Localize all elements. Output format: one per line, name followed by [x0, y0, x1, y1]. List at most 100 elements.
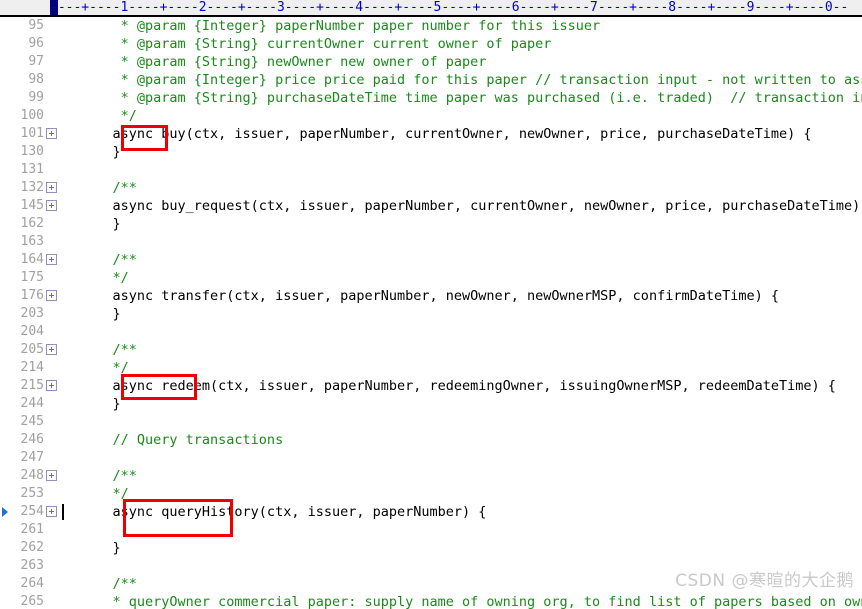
gutter-line-96[interactable]: 96 — [0, 35, 80, 53]
gutter-line-145[interactable]: 145 — [0, 197, 80, 215]
fold-expand-icon[interactable] — [46, 290, 57, 301]
line-number: 163 — [20, 234, 44, 249]
code-line-244[interactable]: } — [80, 395, 862, 413]
code-line-98[interactable]: * @param {Integer} price price paid for … — [80, 71, 862, 89]
code-line-145[interactable]: async buy_request(ctx, issuer, paperNumb… — [80, 197, 862, 215]
fold-expand-icon[interactable] — [46, 470, 57, 481]
line-number-gutter[interactable]: 95 96 97 98 99 100 101 130 131 132 145 162 163 164 175… — [0, 17, 80, 609]
fold-expand-icon[interactable] — [46, 254, 57, 265]
gutter-line-163[interactable]: 163 — [0, 233, 80, 251]
line-number: 245 — [20, 414, 44, 429]
code-line-215[interactable]: async redeem(ctx, issuer, paperNumber, r… — [80, 377, 862, 395]
gutter-line-264[interactable]: 264 — [0, 575, 80, 593]
gutter-line-244[interactable]: 244 — [0, 395, 80, 413]
code-line-131[interactable] — [80, 161, 862, 179]
line-number: 164 — [20, 252, 44, 267]
line-number: 204 — [20, 324, 44, 339]
line-number: 264 — [20, 576, 44, 591]
gutter-line-205[interactable]: 205 — [0, 341, 80, 359]
line-number: 205 — [20, 342, 44, 357]
gutter-line-203[interactable]: 203 — [0, 305, 80, 323]
gutter-line-176[interactable]: 176 — [0, 287, 80, 305]
gutter-line-248[interactable]: 248 — [0, 467, 80, 485]
line-number: 131 — [20, 162, 44, 177]
code-line-176[interactable]: async transfer(ctx, issuer, paperNumber,… — [80, 287, 862, 305]
line-number: 265 — [20, 594, 44, 609]
code-line-163[interactable] — [80, 233, 862, 251]
line-number: 247 — [20, 450, 44, 465]
fold-expand-icon[interactable] — [46, 380, 57, 391]
line-number: 101 — [20, 126, 44, 141]
gutter-line-247[interactable]: 247 — [0, 449, 80, 467]
code-line-204[interactable] — [80, 323, 862, 341]
line-number: 162 — [20, 216, 44, 231]
gutter-line-131[interactable]: 131 — [0, 161, 80, 179]
column-ruler: ----+----1----+----2----+----3----+----4… — [0, 0, 862, 17]
line-number: 96 — [28, 36, 44, 51]
fold-expand-icon[interactable] — [46, 128, 57, 139]
line-number: 262 — [20, 540, 44, 555]
code-line-164[interactable]: /** — [80, 251, 862, 269]
code-line-205[interactable]: /** — [80, 341, 862, 359]
code-line-203[interactable]: } — [80, 305, 862, 323]
gutter-line-98[interactable]: 98 — [0, 71, 80, 89]
code-line-254[interactable]: async queryHistory(ctx, issuer, paperNum… — [80, 503, 862, 521]
code-line-132[interactable]: /** — [80, 179, 862, 197]
line-number: 99 — [28, 90, 44, 105]
gutter-line-254[interactable]: 254 — [0, 503, 80, 521]
gutter-line-101[interactable]: 101 — [0, 125, 80, 143]
code-line-248[interactable]: /** — [80, 467, 862, 485]
code-line-262[interactable]: } — [80, 539, 862, 557]
code-line-100[interactable]: */ — [80, 107, 862, 125]
fold-expand-icon[interactable] — [46, 344, 57, 355]
gutter-line-95[interactable]: 95 — [0, 17, 80, 35]
code-line-130[interactable]: } — [80, 143, 862, 161]
code-line-253[interactable]: */ — [80, 485, 862, 503]
code-line-247[interactable] — [80, 449, 862, 467]
gutter-line-162[interactable]: 162 — [0, 215, 80, 233]
gutter-line-262[interactable]: 262 — [0, 539, 80, 557]
code-line-214[interactable]: */ — [80, 359, 862, 377]
gutter-line-100[interactable]: 100 — [0, 107, 80, 125]
line-number: 145 — [20, 198, 44, 213]
line-number: 248 — [20, 468, 44, 483]
code-line-246[interactable]: // Query transactions — [80, 431, 862, 449]
code-line-162[interactable]: } — [80, 215, 862, 233]
gutter-line-245[interactable]: 245 — [0, 413, 80, 431]
gutter-line-215[interactable]: 215 — [0, 377, 80, 395]
gutter-line-175[interactable]: 175 — [0, 269, 80, 287]
gutter-line-99[interactable]: 99 — [0, 89, 80, 107]
line-number: 254 — [20, 504, 44, 519]
gutter-line-261[interactable]: 261 — [0, 521, 80, 539]
code-line-99[interactable]: * @param {String} purchaseDateTime time … — [80, 89, 862, 107]
gutter-line-246[interactable]: 246 — [0, 431, 80, 449]
code-line-265[interactable]: * queryOwner commercial paper: supply na… — [80, 593, 862, 609]
line-number: 130 — [20, 144, 44, 159]
gutter-line-132[interactable]: 132 — [0, 179, 80, 197]
current-line-arrow-icon — [2, 507, 8, 517]
code-line-245[interactable] — [80, 413, 862, 431]
code-text-area[interactable]: * @param {Integer} paperNumber paper num… — [80, 17, 862, 609]
code-line-101[interactable]: async buy(ctx, issuer, paperNumber, curr… — [80, 125, 862, 143]
gutter-line-97[interactable]: 97 — [0, 53, 80, 71]
gutter-line-265[interactable]: 265 — [0, 593, 80, 609]
fold-expand-icon[interactable] — [46, 200, 57, 211]
gutter-line-164[interactable]: 164 — [0, 251, 80, 269]
gutter-line-204[interactable]: 204 — [0, 323, 80, 341]
line-number: 176 — [20, 288, 44, 303]
gutter-line-263[interactable]: 263 — [0, 557, 80, 575]
gutter-line-214[interactable]: 214 — [0, 359, 80, 377]
code-editor[interactable]: ----+----1----+----2----+----3----+----4… — [0, 0, 862, 609]
code-line-97[interactable]: * @param {String} newOwner new owner of … — [80, 53, 862, 71]
code-line-261[interactable] — [80, 521, 862, 539]
fold-expand-icon[interactable] — [46, 506, 57, 517]
gutter-line-130[interactable]: 130 — [0, 143, 80, 161]
code-line-95[interactable]: * @param {Integer} paperNumber paper num… — [80, 17, 862, 35]
ruler-gutter-pad — [0, 0, 50, 15]
fold-expand-icon[interactable] — [46, 182, 57, 193]
line-number: 132 — [20, 180, 44, 195]
line-number: 175 — [20, 270, 44, 285]
gutter-line-253[interactable]: 253 — [0, 485, 80, 503]
code-line-175[interactable]: */ — [80, 269, 862, 287]
code-line-96[interactable]: * @param {String} currentOwner current o… — [80, 35, 862, 53]
